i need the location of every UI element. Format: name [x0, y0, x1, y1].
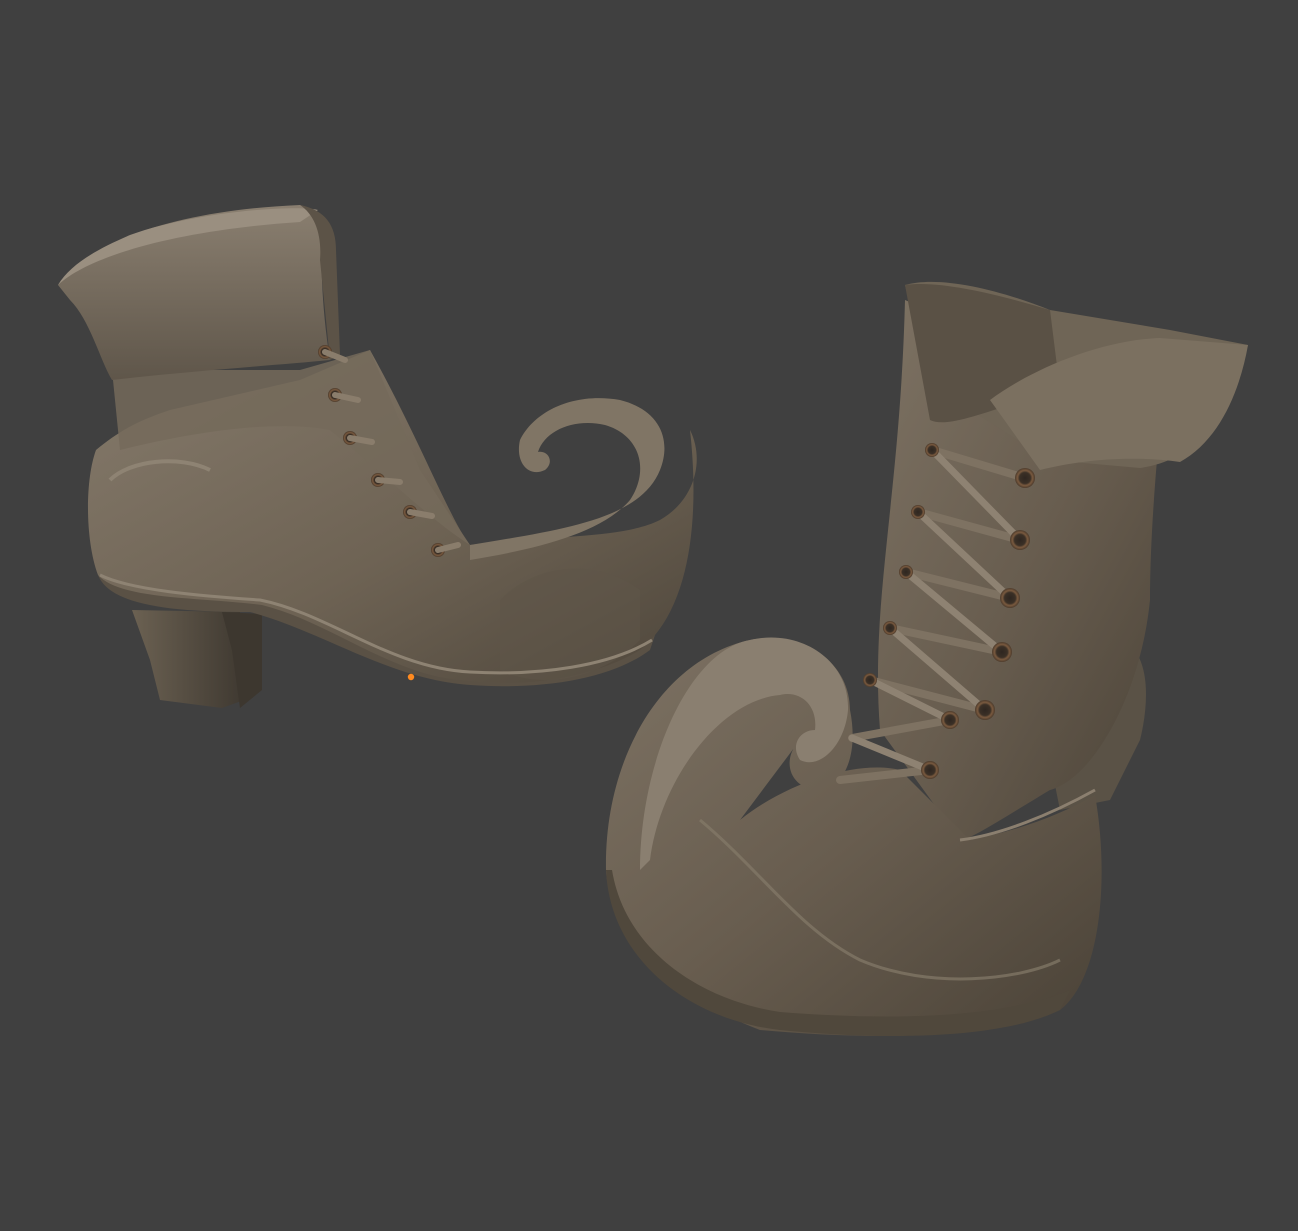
right-boot[interactable]: [605, 281, 1248, 1036]
origin-marker: [407, 673, 415, 681]
left-boot[interactable]: [58, 205, 697, 708]
3d-viewport[interactable]: [0, 0, 1298, 1231]
scene-render: [58, 205, 1248, 1036]
